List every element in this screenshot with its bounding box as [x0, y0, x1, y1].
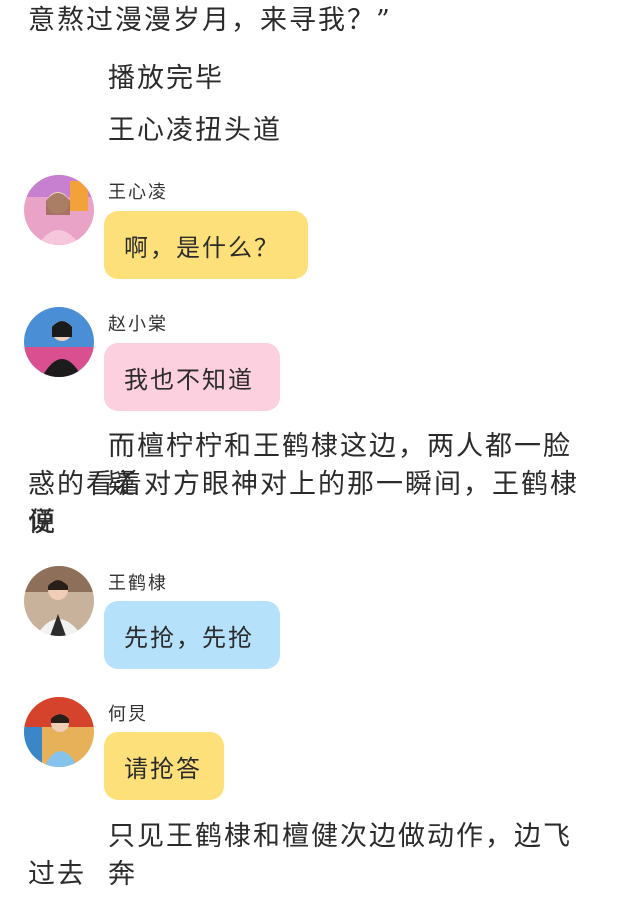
story-paragraph: 说: [28, 507, 57, 538]
chat-bubble: 请抢答: [104, 732, 224, 800]
speaker-name: 赵小棠: [108, 314, 168, 335]
speaker-name: 何炅: [108, 704, 148, 725]
story-paragraph: 王心凌扭头道: [108, 115, 282, 146]
story-paragraph: 播放完毕: [108, 63, 224, 94]
story-paragraph: 意熬过漫漫岁月，来寻我？”: [28, 5, 392, 36]
story-paragraph: 过去: [28, 859, 86, 890]
man-vest-avatar: [24, 566, 94, 636]
man-blue-shirt-avatar: [24, 697, 94, 767]
woman-pink-avatar: [24, 175, 94, 245]
speaker-name: 王心凌: [108, 182, 168, 203]
speaker-name: 王鹤棣: [108, 573, 168, 594]
chat-bubble: 啊，是什么？: [104, 211, 308, 279]
woman-black-avatar: [24, 307, 94, 377]
chat-bubble: 我也不知道: [104, 343, 280, 411]
chat-bubble: 先抢，先抢: [104, 601, 280, 669]
